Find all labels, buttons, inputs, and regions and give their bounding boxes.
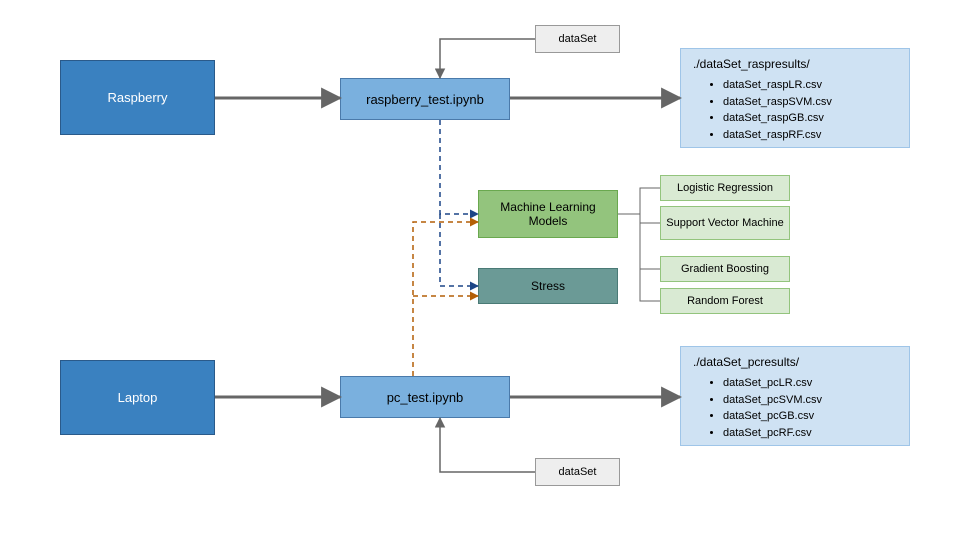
label-rasp-results-title: ./dataSet_raspresults/ (693, 57, 810, 71)
label-laptop: Laptop (118, 390, 158, 405)
edge-rasptest-to-ml (440, 120, 478, 214)
node-ml-models: Machine Learning Models (478, 190, 618, 238)
edge-pctest-to-ml (413, 222, 478, 376)
list-item: dataSet_pcSVM.csv (723, 392, 822, 409)
list-item: dataSet_raspRF.csv (723, 127, 832, 144)
node-pc-test: pc_test.ipynb (340, 376, 510, 418)
node-rasp-results: ./dataSet_raspresults/ dataSet_raspLR.cs… (680, 48, 910, 148)
rasp-results-list: dataSet_raspLR.csv dataSet_raspSVM.csv d… (693, 77, 832, 143)
list-item: dataSet_pcLR.csv (723, 375, 822, 392)
label-pc-results-title: ./dataSet_pcresults/ (693, 355, 799, 369)
label-stress: Stress (531, 279, 565, 293)
list-item: dataSet_pcRF.csv (723, 425, 822, 442)
label-dataset-top: dataSet (559, 33, 597, 45)
edge-dataset-to-rasptest (440, 39, 535, 78)
edge-ml-to-gb (640, 214, 660, 269)
label-raspberry: Raspberry (108, 90, 168, 105)
node-gb: Gradient Boosting (660, 256, 790, 282)
node-raspberry-test: raspberry_test.ipynb (340, 78, 510, 120)
edge-ml-to-svm (640, 214, 660, 223)
node-raspberry: Raspberry (60, 60, 215, 135)
list-item: dataSet_pcGB.csv (723, 408, 822, 425)
label-lr: Logistic Regression (677, 182, 773, 194)
label-pc-test: pc_test.ipynb (387, 390, 464, 405)
list-item: dataSet_raspLR.csv (723, 77, 832, 94)
label-gb: Gradient Boosting (681, 263, 769, 275)
label-svm: Support Vector Machine (666, 217, 783, 229)
node-svm: Support Vector Machine (660, 206, 790, 240)
edge-rasptest-to-stress (440, 214, 478, 286)
node-dataset-bottom: dataSet (535, 458, 620, 486)
label-raspberry-test: raspberry_test.ipynb (366, 92, 484, 107)
label-rf: Random Forest (687, 295, 763, 307)
list-item: dataSet_raspGB.csv (723, 110, 832, 127)
label-dataset-bottom: dataSet (559, 466, 597, 478)
node-rf: Random Forest (660, 288, 790, 314)
list-item: dataSet_raspSVM.csv (723, 94, 832, 111)
pc-results-list: dataSet_pcLR.csv dataSet_pcSVM.csv dataS… (693, 375, 822, 441)
node-dataset-top: dataSet (535, 25, 620, 53)
edge-dataset-to-pctest (440, 418, 535, 472)
node-stress: Stress (478, 268, 618, 304)
node-pc-results: ./dataSet_pcresults/ dataSet_pcLR.csv da… (680, 346, 910, 446)
node-laptop: Laptop (60, 360, 215, 435)
node-lr: Logistic Regression (660, 175, 790, 201)
edge-ml-to-lr (618, 188, 660, 214)
label-ml-models: Machine Learning Models (483, 200, 613, 228)
edge-ml-to-rf (640, 269, 660, 301)
